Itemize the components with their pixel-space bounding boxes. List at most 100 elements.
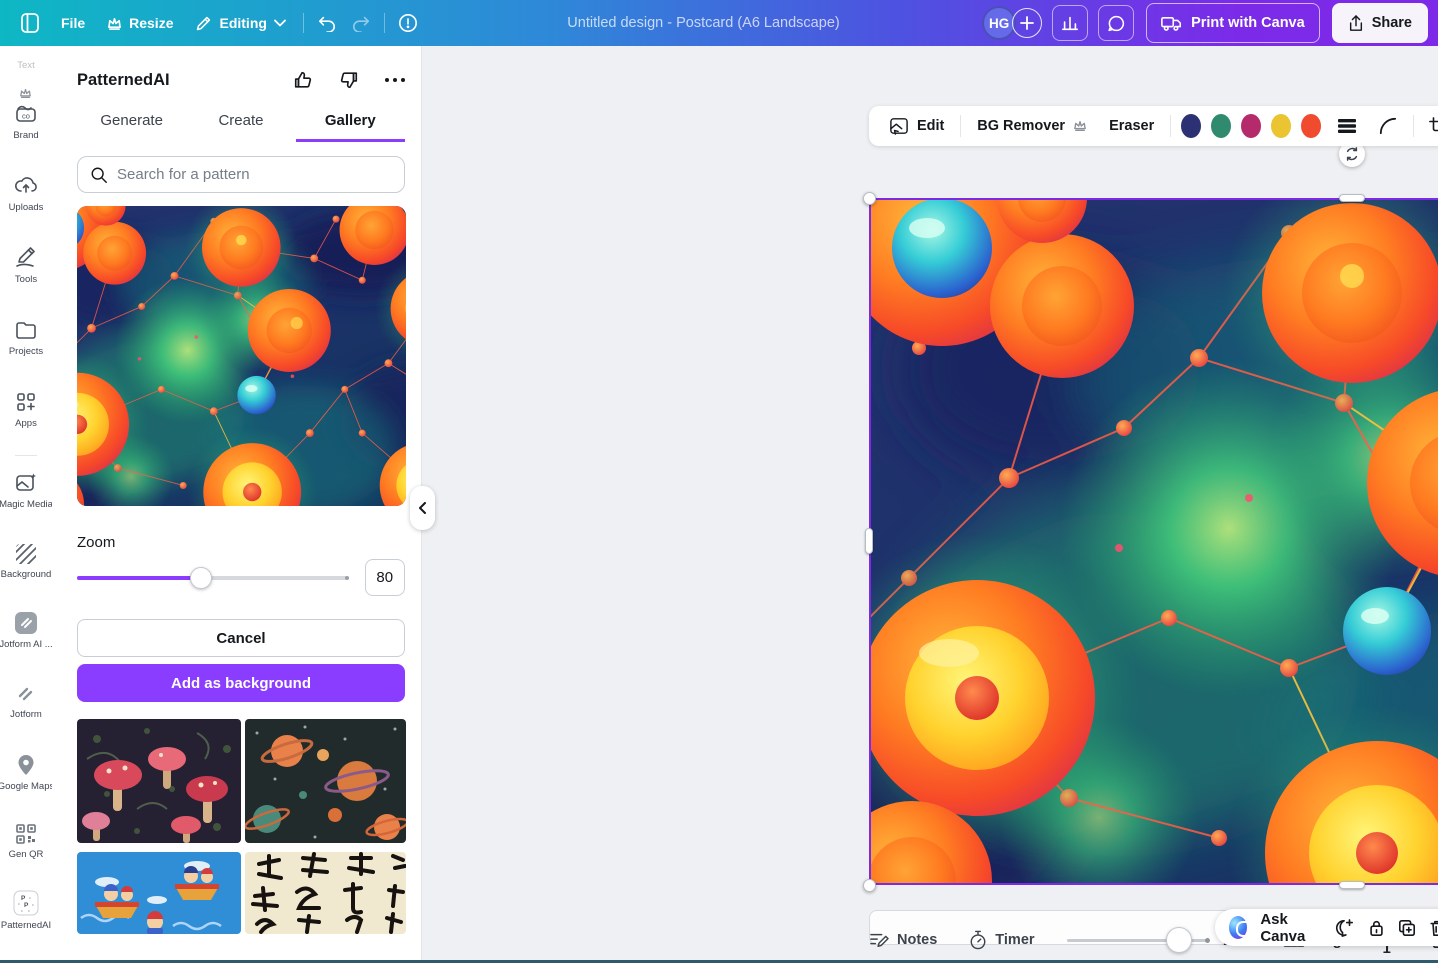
crop-button[interactable] — [1423, 117, 1438, 135]
zoom-value-field[interactable]: 80 — [365, 559, 406, 596]
sidebar-item-magic-media[interactable]: Magic Media — [0, 471, 52, 510]
divider — [15, 455, 37, 456]
duplicate-button[interactable] — [1398, 919, 1416, 937]
svg-text:·: · — [21, 908, 23, 915]
resize-handle-top[interactable] — [1339, 194, 1365, 202]
print-with-canva-button[interactable]: Print with Canva — [1146, 3, 1320, 43]
resize-button[interactable]: Resize — [96, 6, 184, 40]
comments-button[interactable] — [1098, 5, 1134, 41]
notes-icon — [869, 931, 889, 949]
sidebar-item-gen-qr[interactable]: Gen QR — [0, 823, 52, 860]
color-swatch-5[interactable] — [1301, 114, 1321, 138]
sidebar-item-tools[interactable]: Tools — [0, 246, 52, 285]
map-pin-icon — [15, 753, 37, 777]
gallery-thumb-planets[interactable] — [245, 719, 406, 843]
pen-tool-icon — [14, 246, 38, 270]
color-swatch-4[interactable] — [1271, 114, 1291, 138]
sidebar-item-text[interactable]: Text — [0, 56, 52, 71]
image-toolbar: Edit BG Remover Eraser Fl — [869, 106, 1438, 146]
folder-icon — [14, 318, 38, 342]
thumbs-down-icon — [339, 70, 359, 90]
zoom-label: Zoom — [77, 534, 405, 551]
add-as-background-button[interactable]: Add as background — [77, 664, 405, 702]
design-canvas-image[interactable] — [869, 198, 1438, 885]
resize-handle-top-left[interactable] — [863, 192, 876, 205]
thumbs-down-button[interactable] — [339, 70, 359, 90]
corner-rounding-button[interactable] — [1373, 117, 1403, 135]
pattern-preview-art — [77, 206, 406, 506]
insights-button[interactable] — [1052, 5, 1088, 41]
avatar[interactable]: HG — [982, 6, 1016, 40]
zoom-slider[interactable] — [77, 567, 347, 589]
sidebar-item-google-maps[interactable]: Google Maps — [0, 753, 52, 792]
edit-image-icon — [889, 117, 909, 135]
jotform-icon — [15, 683, 37, 705]
sidebar-item-uploads[interactable]: Uploads — [0, 174, 52, 213]
tab-gallery[interactable]: Gallery — [296, 112, 405, 142]
tab-generate[interactable]: Generate — [77, 112, 186, 142]
color-swatch-2[interactable] — [1211, 114, 1231, 138]
ellipsis-icon — [385, 78, 405, 82]
divider — [1170, 115, 1171, 137]
undo-button[interactable] — [310, 6, 344, 40]
adjust-button[interactable] — [1331, 118, 1363, 134]
svg-text:co: co — [22, 112, 30, 121]
crop-icon — [1429, 117, 1438, 135]
panel-title: PatternedAI — [77, 71, 267, 90]
panel-collapse-button[interactable] — [410, 486, 435, 530]
zoom-slider-knob[interactable] — [190, 567, 212, 589]
eraser-button[interactable]: Eraser — [1103, 118, 1160, 134]
pattern-search[interactable] — [77, 156, 405, 193]
share-button[interactable]: Share — [1332, 3, 1428, 43]
canvas-zoom-slider[interactable] — [1067, 927, 1209, 953]
lock-button[interactable] — [1368, 919, 1385, 937]
design-title[interactable]: Untitled design - Postcard (A6 Landscape… — [425, 15, 982, 31]
sidebar-item-apps[interactable]: Apps — [0, 390, 52, 429]
resize-handle-bottom-left[interactable] — [863, 879, 876, 892]
search-input[interactable] — [117, 166, 392, 183]
sidebar-item-jotform-ai[interactable]: Jotform AI ... — [0, 611, 52, 650]
file-menu-button[interactable]: File — [50, 6, 96, 40]
panel-more-button[interactable] — [385, 78, 405, 82]
resize-handle-bottom[interactable] — [1339, 881, 1365, 889]
cancel-button[interactable]: Cancel — [77, 619, 405, 657]
document-alerts-button[interactable] — [391, 6, 425, 40]
ask-canva-label[interactable]: Ask Canva — [1260, 911, 1321, 945]
canva-home-button[interactable] — [10, 6, 50, 40]
edit-image-button[interactable]: Edit — [883, 117, 950, 135]
color-swatch-1[interactable] — [1181, 114, 1201, 138]
sidebar-item-background[interactable]: Background — [0, 543, 52, 580]
notes-button[interactable]: Notes — [869, 931, 937, 949]
sidebar-item-brand[interactable]: co Brand — [0, 102, 52, 141]
gallery-thumb-mushrooms[interactable] — [77, 719, 241, 843]
chevron-down-icon — [274, 19, 286, 27]
panel-tabs: Generate Create Gallery — [77, 112, 405, 142]
truck-icon — [1161, 15, 1182, 32]
svg-text:·: · — [32, 902, 34, 909]
sidebar-item-patternedai[interactable]: P··P··· PatternedAI — [0, 890, 52, 931]
ask-canva-bar: Ask Canva — [1215, 909, 1438, 946]
magic-media-icon — [14, 471, 38, 495]
patternedai-panel: PatternedAI Generate Create Gallery — [52, 46, 422, 963]
sidebar-item-projects[interactable]: Projects — [0, 318, 52, 357]
comment-bubble-icon — [1107, 14, 1126, 33]
top-bar: File Resize Editing Untitled design - Po… — [0, 0, 1438, 46]
crown-icon — [1073, 120, 1087, 132]
sidebar-item-jotform[interactable]: Jotform — [0, 683, 52, 720]
add-people-button[interactable] — [1012, 8, 1042, 38]
gallery-thumb-sailor-kids[interactable] — [77, 852, 241, 934]
delete-button[interactable] — [1429, 919, 1438, 937]
redo-button[interactable] — [344, 6, 378, 40]
color-swatch-3[interactable] — [1241, 114, 1261, 138]
canvas-zoom-knob[interactable] — [1166, 927, 1192, 953]
gallery-thumb-calligraphy[interactable] — [245, 852, 406, 934]
add-comment-button[interactable] — [1335, 919, 1355, 937]
thumbs-up-button[interactable] — [293, 70, 313, 90]
timer-button[interactable]: Timer — [969, 930, 1034, 950]
editing-mode-dropdown[interactable]: Editing — [184, 6, 296, 40]
tab-create[interactable]: Create — [186, 112, 295, 142]
rotate-icon — [1345, 147, 1359, 161]
bg-remover-button[interactable]: BG Remover — [971, 118, 1093, 134]
selected-pattern-preview[interactable] — [77, 206, 406, 506]
resize-handle-left[interactable] — [865, 528, 873, 554]
